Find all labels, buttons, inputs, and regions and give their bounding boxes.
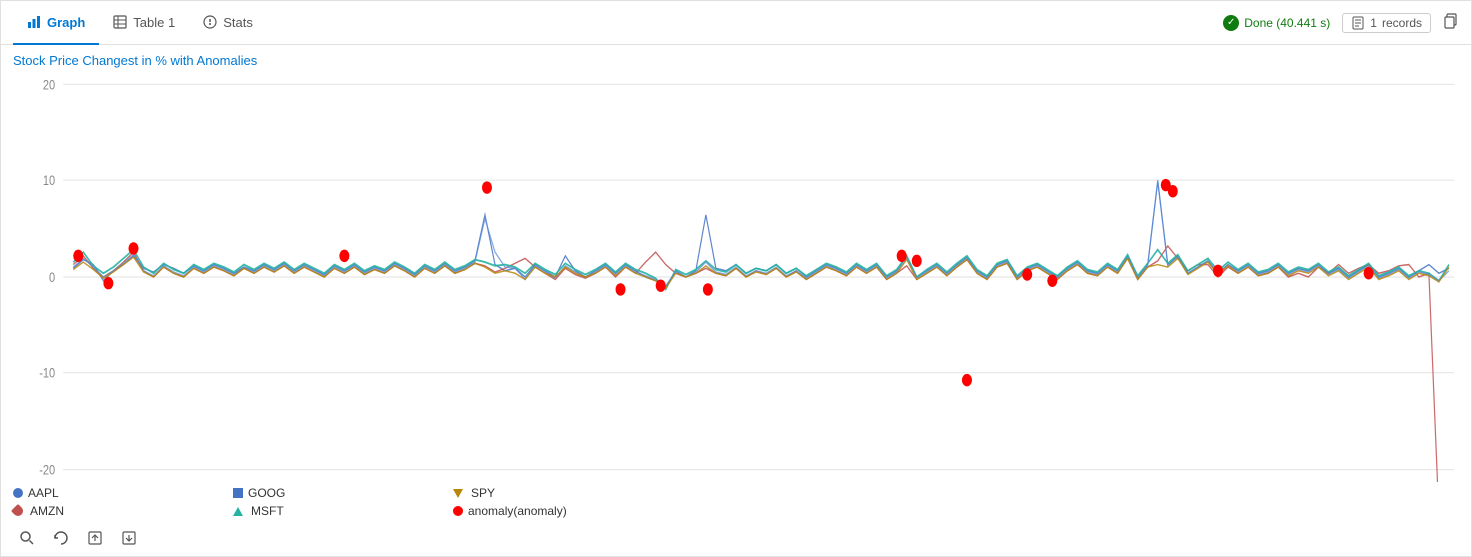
status-area: Done (40.441 s) 1 records [1223, 13, 1459, 33]
tab-table1-label: Table 1 [133, 15, 175, 30]
aapl-dot [13, 488, 23, 498]
legend-spy: SPY [453, 486, 673, 500]
svg-text:Jul '24: Jul '24 [1295, 480, 1327, 482]
msft-triangle [233, 507, 243, 516]
app-container: Graph Table 1 Stats Done (40.441 s) 1 [0, 0, 1472, 557]
tab-graph-label: Graph [47, 15, 85, 30]
tab-bar: Graph Table 1 Stats Done (40.441 s) 1 [1, 1, 1471, 45]
tab-graph[interactable]: Graph [13, 2, 99, 45]
svg-text:0: 0 [49, 270, 55, 285]
svg-text:Jan '24: Jan '24 [880, 480, 915, 482]
amzn-dot [11, 504, 25, 518]
done-badge: Done (40.441 s) [1223, 15, 1330, 31]
legend-msft-label: MSFT [251, 504, 284, 518]
svg-text:-20: -20 [39, 462, 55, 477]
chart-legend: AAPL GOOG SPY AMZN MSFT [13, 482, 1459, 522]
legend-spy-label: SPY [471, 486, 495, 500]
records-label: records [1382, 16, 1422, 30]
spy-triangle [453, 489, 463, 498]
svg-text:Sep '23: Sep '23 [604, 480, 641, 482]
done-label: Done (40.441 s) [1244, 16, 1330, 30]
tab-stats[interactable]: Stats [189, 2, 267, 45]
svg-text:May '23: May '23 [328, 480, 366, 482]
svg-text:10: 10 [43, 173, 55, 188]
reset-button[interactable] [51, 528, 71, 548]
svg-text:Jul '23: Jul '23 [469, 480, 501, 482]
chart-area: Stock Price Changest in % with Anomalies… [1, 45, 1471, 556]
anomaly-dot [453, 506, 463, 516]
svg-text:Mar '24: Mar '24 [1017, 480, 1054, 482]
svg-text:20: 20 [43, 77, 55, 92]
legend-msft: MSFT [233, 504, 453, 518]
legend-aapl-label: AAPL [28, 486, 59, 500]
done-icon [1223, 15, 1239, 31]
export-button[interactable] [85, 528, 105, 548]
chart-container: 20 10 0 -10 -20 Jan '23 Ma [13, 72, 1459, 482]
svg-text:Nov '23: Nov '23 [742, 480, 779, 482]
svg-text:Mar '23: Mar '23 [192, 480, 229, 482]
download-button[interactable] [119, 528, 139, 548]
records-badge: 1 records [1342, 13, 1431, 33]
legend-amzn: AMZN [13, 504, 233, 518]
svg-text:Jan '23: Jan '23 [56, 480, 91, 482]
legend-amzn-label: AMZN [30, 504, 64, 518]
legend-goog: GOOG [233, 486, 453, 500]
table-icon [113, 15, 127, 29]
svg-text:-10: -10 [39, 366, 55, 381]
svg-text:May '24: May '24 [1154, 480, 1192, 482]
tab-stats-label: Stats [223, 15, 253, 30]
chart-title: Stock Price Changest in % with Anomalies [13, 53, 1459, 68]
legend-aapl: AAPL [13, 486, 233, 500]
goog-square [233, 488, 243, 498]
chart-icon [27, 15, 41, 29]
tab-table1[interactable]: Table 1 [99, 2, 189, 45]
legend-anomaly-label: anomaly(anomaly) [468, 504, 567, 518]
legend-anomaly: anomaly(anomaly) [453, 504, 673, 518]
records-icon [1351, 16, 1365, 30]
copy-button[interactable] [1443, 13, 1459, 32]
chart-toolbar [13, 522, 1459, 552]
search-button[interactable] [17, 528, 37, 548]
legend-goog-label: GOOG [248, 486, 285, 500]
records-count: 1 [1370, 16, 1377, 30]
chart-svg: 20 10 0 -10 -20 Jan '23 Ma [13, 72, 1459, 482]
stats-icon [203, 15, 217, 29]
